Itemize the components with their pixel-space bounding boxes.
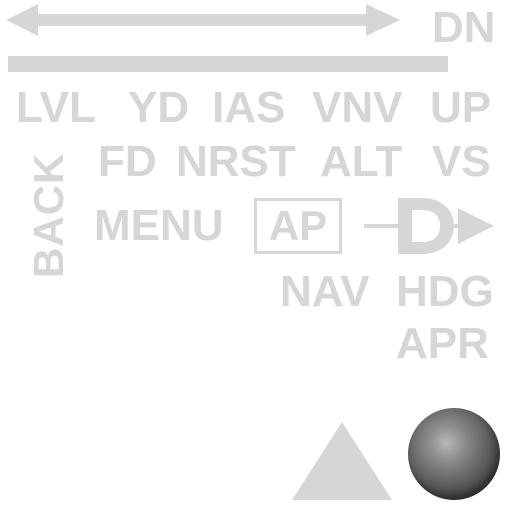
triangle-up-icon[interactable] — [292, 422, 392, 500]
vs-button[interactable]: VS — [432, 140, 491, 184]
hdg-button[interactable]: HDG — [396, 270, 494, 314]
yd-button[interactable]: YD — [128, 86, 189, 130]
menu-button[interactable]: MENU — [94, 204, 224, 248]
apr-button[interactable]: APR — [396, 322, 489, 366]
alt-button[interactable]: ALT — [320, 140, 402, 184]
back-button[interactable]: BACK — [25, 153, 72, 278]
ap-button[interactable]: AP — [254, 198, 342, 254]
nav-button[interactable]: NAV — [280, 270, 370, 314]
vnv-button[interactable]: VNV — [312, 86, 402, 130]
up-button[interactable]: UP — [430, 86, 491, 130]
lvl-button[interactable]: LVL — [16, 86, 96, 130]
dn-button[interactable]: DN — [432, 6, 496, 50]
fd-button[interactable]: FD — [98, 140, 157, 184]
double-headed-arrow-icon — [6, 4, 400, 36]
nrst-button[interactable]: NRST — [176, 140, 296, 184]
direct-to-icon[interactable] — [360, 194, 500, 258]
separator-bar — [8, 56, 448, 72]
ias-button[interactable]: IAS — [212, 86, 285, 130]
knob-icon[interactable] — [408, 408, 500, 500]
